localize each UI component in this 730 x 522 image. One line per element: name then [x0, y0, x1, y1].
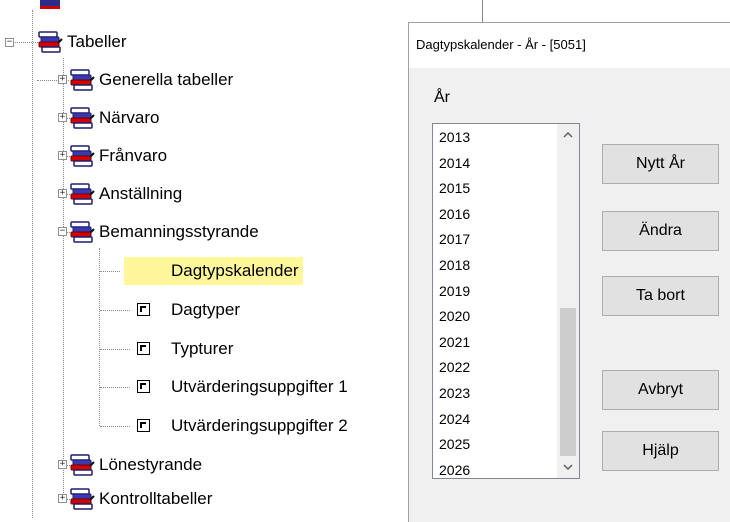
year-list-item[interactable]: 2023	[433, 381, 558, 407]
tree-line	[100, 271, 120, 272]
shortcut-icon	[137, 419, 150, 432]
scroll-thumb[interactable]	[560, 308, 576, 456]
tree-node-anstallning[interactable]: Anställning	[96, 183, 185, 205]
year-list-item[interactable]: 2017	[433, 227, 558, 253]
year-list-item[interactable]: 2018	[433, 253, 558, 279]
book-stack-icon	[70, 145, 95, 167]
book-stack-icon	[70, 107, 95, 129]
tree-node-narvaro[interactable]: Närvaro	[96, 107, 162, 129]
tree-node-bemanningsstyrande[interactable]: Bemanningsstyrande	[96, 221, 262, 243]
vertical-scrollbar[interactable]	[557, 124, 579, 478]
year-list-item[interactable]: 2024	[433, 407, 558, 433]
collapse-toggle[interactable]: −	[58, 227, 67, 236]
tree-line	[99, 248, 100, 426]
tree-node-tabeller[interactable]: Tabeller	[64, 31, 130, 53]
expand-toggle[interactable]: +	[58, 113, 67, 122]
expand-toggle[interactable]: +	[58, 75, 67, 84]
edit-button[interactable]: Ändra	[602, 211, 719, 251]
dialog-title: Dagtypskalender - År - [5051]	[416, 37, 586, 52]
year-list-item[interactable]: 2015	[433, 176, 558, 202]
year-list: 2013 2014 2015 2016 2017 2018 2019 2020 2021 2022…	[433, 125, 558, 478]
tree-line	[100, 426, 130, 427]
book-icon-partial	[40, 0, 60, 9]
book-stack-icon	[70, 183, 95, 205]
tree-line	[63, 58, 64, 495]
tree-leaf-dagtyper[interactable]: Dagtyper	[167, 296, 244, 324]
year-list-item[interactable]: 2014	[433, 151, 558, 177]
book-stack-icon	[38, 31, 63, 53]
tree-line	[100, 349, 130, 350]
collapse-toggle[interactable]: −	[5, 38, 14, 47]
shortcut-icon	[137, 303, 150, 316]
year-list-item[interactable]: 2021	[433, 330, 558, 356]
year-listbox[interactable]: 2013 2014 2015 2016 2017 2018 2019 2020 2021 2022…	[432, 123, 580, 479]
book-stack-icon	[70, 221, 95, 243]
new-year-button[interactable]: Nytt År	[602, 144, 719, 184]
expand-toggle[interactable]: +	[58, 460, 67, 469]
tree-node-kontrolltabeller[interactable]: Kontrolltabeller	[96, 488, 215, 510]
help-button[interactable]: Hjälp	[602, 431, 719, 471]
year-list-item[interactable]: 2020	[433, 304, 558, 330]
year-list-item[interactable]: 2025	[433, 432, 558, 458]
tree-node-generella-tabeller[interactable]: Generella tabeller	[96, 69, 236, 91]
tree-line	[100, 387, 130, 388]
dagtypskalender-dialog: Dagtypskalender - År - [5051] År 2013 201…	[408, 22, 730, 522]
cancel-button[interactable]: Avbryt	[602, 370, 719, 410]
book-stack-icon	[70, 488, 95, 510]
expand-toggle[interactable]: +	[58, 494, 67, 503]
book-stack-icon	[70, 69, 95, 91]
tree-leaf-utvarderingsuppgifter-2[interactable]: Utvärderingsuppgifter 2	[167, 412, 352, 440]
tree-leaf-utvarderingsuppgifter-1[interactable]: Utvärderingsuppgifter 1	[167, 373, 352, 401]
expand-toggle[interactable]: +	[58, 189, 67, 198]
tree-line	[12, 42, 38, 43]
year-list-item[interactable]: 2013	[433, 125, 558, 151]
tree-node-lonestyrande[interactable]: Lönestyrande	[96, 454, 205, 476]
tree-node-franvaro[interactable]: Frånvaro	[96, 145, 170, 167]
tree-leaf-typturer[interactable]: Typturer	[167, 335, 237, 363]
dialog-titlebar[interactable]: Dagtypskalender - År - [5051]	[409, 23, 730, 68]
tree-line	[32, 10, 33, 518]
scroll-down-arrow-icon[interactable]	[557, 456, 579, 478]
shortcut-icon	[137, 380, 150, 393]
year-list-item[interactable]: 2022	[433, 355, 558, 381]
tree-leaf-dagtypskalender[interactable]: Dagtypskalender	[124, 257, 303, 285]
splitter	[482, 0, 483, 22]
year-label: År	[434, 89, 450, 106]
scroll-up-arrow-icon[interactable]	[557, 124, 579, 146]
delete-button[interactable]: Ta bort	[602, 276, 719, 316]
year-list-item[interactable]: 2019	[433, 279, 558, 305]
year-list-item[interactable]: 2016	[433, 202, 558, 228]
expand-toggle[interactable]: +	[58, 151, 67, 160]
shortcut-icon	[137, 342, 150, 355]
book-stack-icon	[70, 454, 95, 476]
tree-line	[100, 310, 130, 311]
year-list-item[interactable]: 2026	[433, 458, 558, 478]
